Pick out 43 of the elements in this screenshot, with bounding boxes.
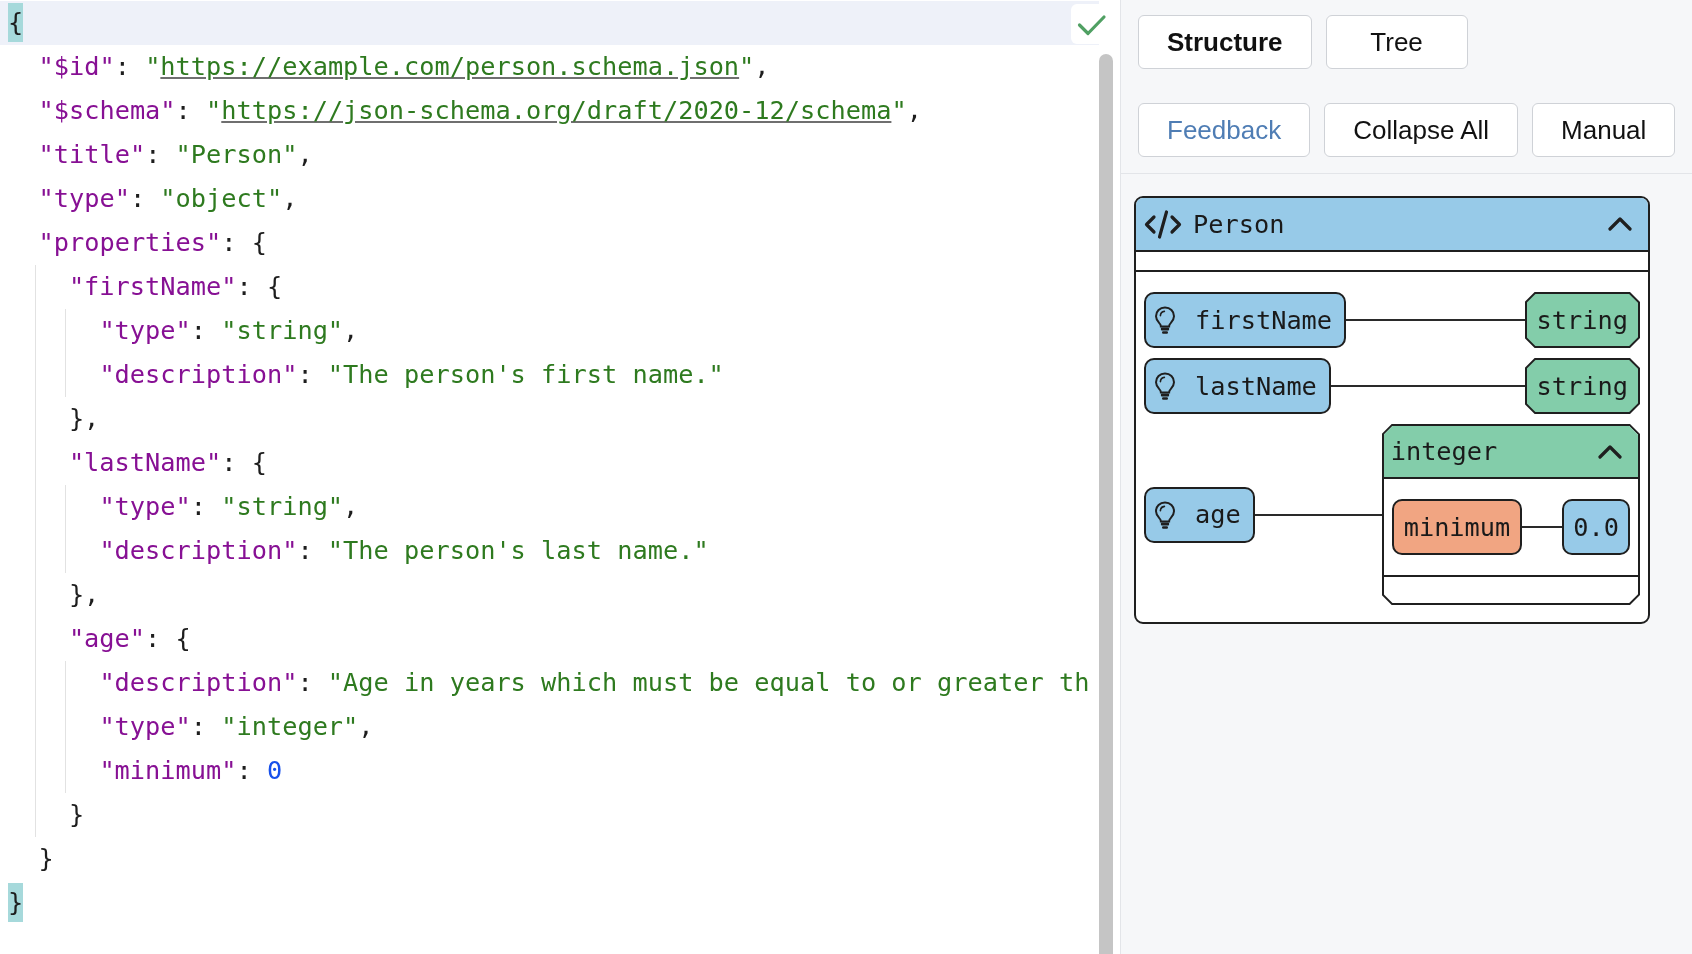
scrollbar-thumb[interactable] — [1099, 54, 1113, 954]
lightbulb-icon — [1154, 372, 1176, 400]
code-line: "$id": "https://example.com/person.schema.json", — [38, 51, 770, 83]
code-line: "type": "object", — [38, 183, 298, 215]
code-line: "description": "The person's first name." — [99, 359, 724, 391]
code-line: } — [68, 799, 85, 831]
toolbar-button[interactable]: Collapse All — [1324, 103, 1519, 157]
code-line: }, — [68, 579, 100, 611]
code-line: "$schema": "https://json-schema.org/draft/2020-12/schema", — [38, 95, 922, 127]
code-line: "description": "The person's last name." — [99, 535, 709, 567]
code-line: "type": "integer", — [99, 711, 374, 743]
code-line: "lastName": { — [68, 447, 267, 479]
caret-up-icon[interactable] — [1608, 217, 1632, 231]
code-line: "minimum": 0 — [99, 755, 283, 787]
connector-line — [1522, 526, 1563, 528]
code-line: "type": "string", — [99, 491, 359, 523]
link-button[interactable]: Feedback — [1138, 103, 1311, 157]
link[interactable]: https://json-schema.org/draft/2020-12/schema — [221, 96, 892, 125]
code-line: }, — [68, 403, 100, 435]
lightbulb-icon — [1154, 500, 1176, 529]
code-line: "properties": { — [38, 227, 267, 259]
code-line: "type": "string", — [99, 315, 359, 347]
toolbar-button[interactable]: Manual — [1532, 103, 1676, 157]
code-line: "firstName": { — [68, 271, 283, 303]
code-line: "title": "Person", — [38, 139, 313, 171]
code-icon — [1144, 209, 1182, 239]
constraint-node: minimum — [1391, 499, 1523, 555]
code-line: } — [38, 843, 54, 875]
property-name: firstName — [1195, 305, 1333, 335]
property-name: lastName — [1195, 371, 1317, 401]
property-name: age — [1195, 500, 1241, 529]
object-title: Person — [1193, 209, 1286, 239]
caret-up-icon[interactable] — [1598, 444, 1622, 459]
tab[interactable]: Structure — [1138, 15, 1312, 69]
lightbulb-icon — [1154, 306, 1176, 334]
type-node: string — [1524, 292, 1640, 348]
type-label: integer — [1390, 437, 1498, 466]
type-node: string — [1524, 358, 1640, 414]
link[interactable]: https://example.com/person.schema.json — [160, 52, 740, 81]
code-line: "description": "Age in years which must be equal to or greater th — [99, 667, 1090, 699]
tab[interactable]: Tree — [1325, 15, 1468, 69]
value-node: 0.0 — [1562, 499, 1630, 555]
code-line: "age": { — [68, 623, 191, 655]
